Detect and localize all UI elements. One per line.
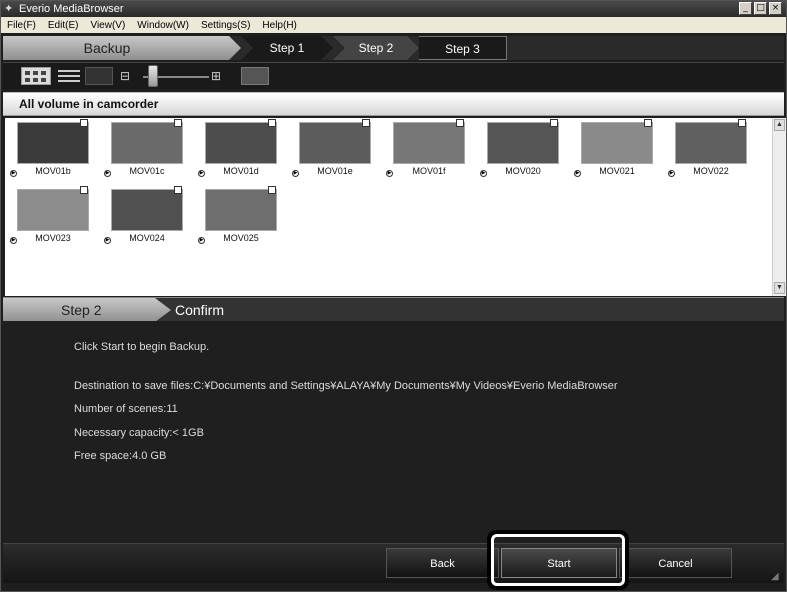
thumbnail-item[interactable]: ▶ MOV020 — [479, 118, 559, 178]
confirm-header: Step 2 Confirm — [3, 297, 784, 322]
panel-title: All volume in camcorder — [3, 92, 784, 116]
thumbnail-item[interactable]: ▶ MOV021 — [573, 118, 653, 178]
task-title: Backup — [3, 36, 241, 60]
checkbox-icon[interactable] — [644, 119, 652, 127]
app-icon: ✦ — [4, 3, 14, 15]
thumbnail-label: MOV01b — [35, 166, 71, 176]
thumbnail-label: MOV01e — [317, 166, 353, 176]
menu-help[interactable]: Help(H) — [262, 20, 296, 31]
video-thumbnail — [299, 122, 371, 164]
checkbox-icon[interactable] — [456, 119, 464, 127]
step-2-current: Step 2 — [333, 36, 419, 60]
thumbnail-item[interactable]: ▶ MOV01f — [385, 118, 465, 178]
scroll-down-icon[interactable]: ▼ — [774, 282, 785, 294]
thumbnail-item[interactable]: ▶ MOV023 — [9, 185, 89, 245]
menu-edit[interactable]: Edit(E) — [48, 20, 79, 31]
list-view-icon[interactable] — [55, 67, 83, 85]
maximize-button[interactable]: □ — [754, 2, 767, 15]
video-thumbnail — [17, 122, 89, 164]
filmstrip-view-icon[interactable] — [85, 67, 113, 85]
thumbnail-item[interactable]: ▶ MOV022 — [667, 118, 747, 178]
confirm-step-label: Step 2 — [3, 298, 171, 322]
zoom-slider-handle[interactable] — [148, 65, 158, 87]
checkbox-icon[interactable] — [174, 119, 182, 127]
vertical-scrollbar[interactable]: ▲ ▼ — [772, 118, 786, 296]
video-thumbnail — [675, 122, 747, 164]
resize-grip-icon[interactable]: ◢ — [771, 571, 783, 583]
app-window: ✦ Everio MediaBrowser _ □ × File(F) Edit… — [0, 0, 787, 592]
menu-view[interactable]: View(V) — [90, 20, 125, 31]
step-3: Step 3 — [419, 36, 507, 60]
video-thumbnail — [581, 122, 653, 164]
picture-icon[interactable] — [241, 67, 269, 85]
thumbnail-label: MOV01c — [129, 166, 165, 176]
thumbnail-label: MOV022 — [693, 166, 729, 176]
thumbnail-item[interactable]: ▶ MOV01b — [9, 118, 89, 178]
checkbox-icon[interactable] — [80, 186, 88, 194]
thumbnail-label: MOV023 — [35, 233, 71, 243]
checkbox-icon[interactable] — [268, 119, 276, 127]
video-thumbnail — [393, 122, 465, 164]
menu-window[interactable]: Window(W) — [137, 20, 189, 31]
video-thumbnail — [111, 122, 183, 164]
thumbnail-label: MOV020 — [505, 166, 541, 176]
button-bar: Back Start Cancel — [3, 543, 784, 583]
checkbox-icon[interactable] — [268, 186, 276, 194]
thumbnail-item[interactable]: ▶ MOV01d — [197, 118, 277, 178]
checkbox-icon[interactable] — [174, 186, 182, 194]
checkbox-icon[interactable] — [362, 119, 370, 127]
video-thumbnail — [205, 122, 277, 164]
confirm-title: Confirm — [175, 302, 225, 318]
close-button[interactable]: × — [769, 2, 782, 15]
start-button-highlight-inner — [491, 534, 625, 586]
thumbnail-view-icon[interactable] — [21, 67, 51, 85]
thumbnail-item[interactable]: ▶ MOV024 — [103, 185, 183, 245]
thumbnail-label: MOV024 — [129, 233, 165, 243]
thumbnail-label: MOV025 — [223, 233, 259, 243]
back-button[interactable]: Back — [386, 548, 499, 578]
thumbnail-label: MOV01f — [412, 166, 446, 176]
thumbnail-item[interactable]: ▶ MOV025 — [197, 185, 277, 245]
zoom-in-icon[interactable]: ⊞ — [211, 68, 231, 84]
instruction-text: Click Start to begin Backup. — [74, 341, 210, 353]
step-1: Step 1 — [241, 36, 333, 60]
thumbnail-item[interactable]: ▶ MOV01c — [103, 118, 183, 178]
video-thumbnail — [17, 189, 89, 231]
confirm-info: Click Start to begin Backup. Destination… — [3, 321, 784, 543]
checkbox-icon[interactable] — [738, 119, 746, 127]
cancel-button[interactable]: Cancel — [619, 548, 732, 578]
step-bar: Backup Step 1 Step 2 Step 3 — [3, 36, 784, 60]
destination-text: Destination to save files:C:¥Documents a… — [74, 380, 618, 392]
scenes-count-text: Number of scenes:11 — [74, 403, 178, 415]
video-thumbnail — [205, 189, 277, 231]
video-thumbnail — [111, 189, 183, 231]
scroll-up-icon[interactable]: ▲ — [774, 119, 785, 131]
menu-file[interactable]: File(F) — [7, 20, 36, 31]
window-title: Everio MediaBrowser — [19, 3, 124, 15]
video-thumbnail — [487, 122, 559, 164]
thumbnail-label: MOV021 — [599, 166, 635, 176]
thumbnail-item[interactable]: ▶ MOV01e — [291, 118, 371, 178]
checkbox-icon[interactable] — [550, 119, 558, 127]
view-toolbar: ⊟ ⊞ — [3, 62, 784, 89]
menu-bar: File(F) Edit(E) View(V) Window(W) Settin… — [1, 17, 786, 33]
zoom-out-icon[interactable]: ⊟ — [120, 68, 138, 84]
thumbnail-grid: ▶ MOV01b ▶ MOV01c ▶ MOV01d ▶ MOV01e ▶ MO… — [5, 118, 772, 296]
title-bar: ✦ Everio MediaBrowser _ □ × — [1, 1, 786, 17]
free-space-text: Free space:4.0 GB — [74, 450, 167, 462]
menu-settings[interactable]: Settings(S) — [201, 20, 250, 31]
thumbnail-label: MOV01d — [223, 166, 259, 176]
checkbox-icon[interactable] — [80, 119, 88, 127]
capacity-text: Necessary capacity:< 1GB — [74, 427, 204, 439]
minimize-button[interactable]: _ — [739, 2, 752, 15]
